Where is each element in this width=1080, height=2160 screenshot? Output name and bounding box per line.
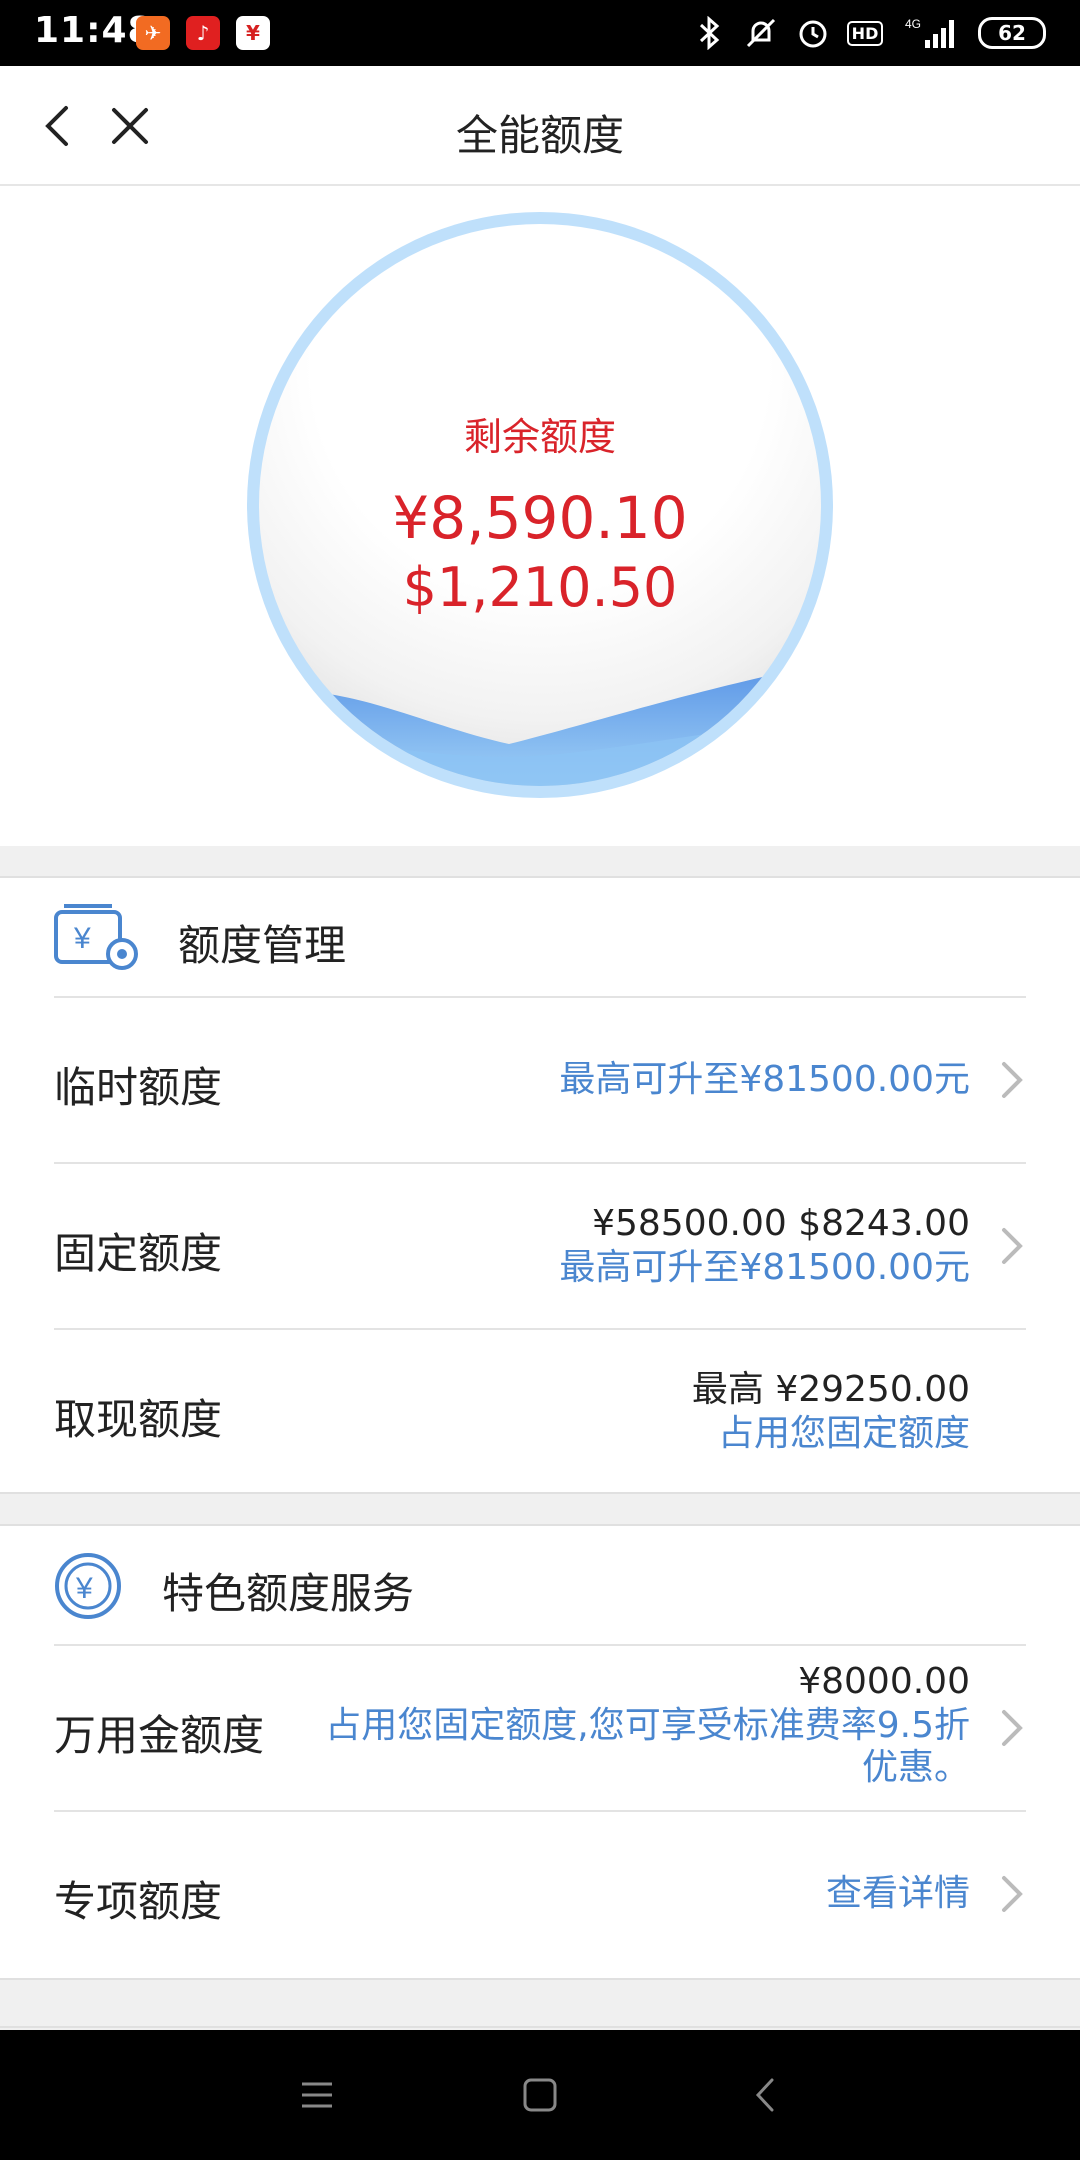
chevron-right-icon [1002,1710,1023,1746]
section-title: 额度管理 [178,921,347,970]
row-subvalue: 占用您固定额度,您可享受标准费率9.5折 [325,1705,970,1746]
notification-app-icon: ¥ [236,16,270,50]
special-quota-services-section: ¥ 特色额度服务 万用金额度 ¥8000.00 占用您固定额度,您可享受标准费率… [0,1524,1080,1980]
row-label: 取现额度 [54,1395,223,1444]
chevron-right-icon [1002,1228,1023,1264]
signal-icon: 4G [900,16,960,50]
yen-coin-icon: ¥ [55,1553,121,1619]
remaining-quota-cny: ¥8,590.10 [392,484,688,552]
hd-label: HD [846,20,884,46]
wallet-gear-icon: ¥ [54,904,138,970]
quota-circle-inner: 剩余额度 ¥8,590.10 $1,210.50 [259,224,821,786]
svg-text:¥: ¥ [73,922,91,955]
row-label: 专项额度 [54,1877,223,1926]
alarm-icon [796,16,830,50]
menu-icon[interactable] [292,2070,342,2120]
row-value: 最高可升至¥81500.00元 [559,1059,970,1100]
row-label: 临时额度 [54,1063,223,1112]
special-purpose-quota-row[interactable]: 专项额度 查看详情 [54,1812,1026,1978]
section-header: ¥ 特色额度服务 [54,1526,1026,1646]
temporary-quota-row[interactable]: 临时额度 最高可升至¥81500.00元 [54,998,1026,1164]
section-title: 特色额度服务 [162,1569,415,1618]
universal-fund-quota-row[interactable]: 万用金额度 ¥8000.00 占用您固定额度,您可享受标准费率9.5折 优惠。 [54,1646,1026,1812]
row-label: 固定额度 [54,1229,223,1278]
chevron-right-icon [1002,1876,1023,1912]
mute-icon [744,16,778,50]
system-nav-bar [0,2030,1080,2160]
section-divider [0,1980,1080,2028]
fixed-quota-row[interactable]: 固定额度 ¥58500.00 $8243.00 最高可升至¥81500.00元 [54,1164,1026,1330]
view-details-link[interactable]: 查看详情 [826,1872,970,1916]
status-icons: HD 4G 62 [692,12,1046,54]
app-header: 全能额度 [0,66,1080,186]
svg-text:¥: ¥ [75,1572,93,1605]
back-nav-icon[interactable] [742,2070,792,2120]
row-value: 最高 ¥29250.00 [691,1369,970,1410]
row-subvalue-continued: 优惠。 [861,1747,970,1788]
section-header: ¥ 额度管理 [54,878,1026,998]
notification-app-icon: ✈ [136,16,170,50]
row-value: ¥58500.00 $8243.00 [592,1203,970,1244]
row-label: 万用金额度 [54,1711,265,1760]
remaining-quota-label: 剩余额度 [463,415,616,459]
hd-icon: HD [846,16,884,50]
cash-advance-quota-row: 取现额度 最高 ¥29250.00 占用您固定额度 [54,1330,1026,1496]
home-icon[interactable] [515,2070,565,2120]
page-title: 全能额度 [455,111,624,160]
notification-app-icon: ♪ [186,16,220,50]
row-subvalue: 占用您固定额度 [717,1413,970,1454]
row-value: ¥8000.00 [798,1661,970,1702]
status-bar: 11:48 ✈ ♪ ¥ HD 4G 62 [0,0,1080,66]
quota-circle: 剩余额度 ¥8,590.10 $1,210.50 [247,212,833,798]
remaining-quota-usd: $1,210.50 [402,556,678,619]
battery-icon: 62 [978,17,1046,49]
chevron-right-icon [1002,1062,1023,1098]
row-subvalue: 最高可升至¥81500.00元 [559,1247,970,1288]
svg-text:4G: 4G [905,17,921,31]
bluetooth-icon [692,16,726,50]
remaining-quota-panel: 剩余额度 ¥8,590.10 $1,210.50 [0,186,1080,846]
quota-management-section: ¥ 额度管理 临时额度 最高可升至¥81500.00元 固定额度 ¥58500.… [0,876,1080,1494]
